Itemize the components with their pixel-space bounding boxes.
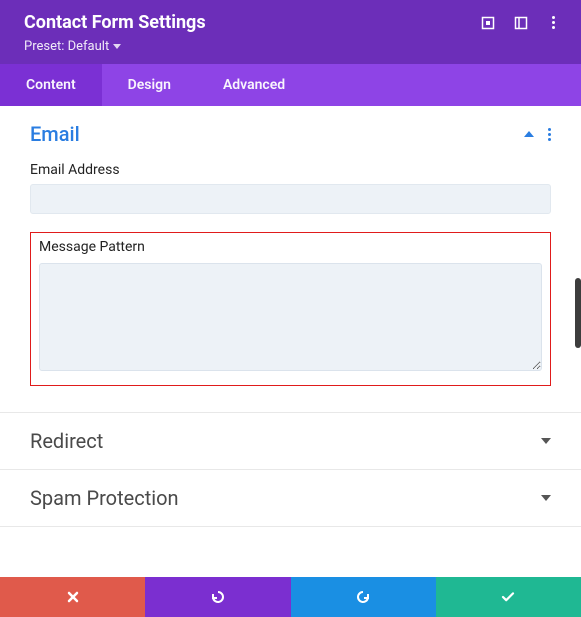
- section-more-icon[interactable]: [548, 128, 551, 141]
- message-pattern-label: Message Pattern: [39, 239, 542, 255]
- header-top-row: Contact Form Settings: [24, 12, 561, 33]
- responsive-icon[interactable]: [480, 15, 495, 30]
- section-spam-title: Spam Protection: [30, 486, 179, 510]
- section-email-actions: [524, 128, 551, 141]
- email-address-label: Email Address: [30, 162, 551, 178]
- undo-button[interactable]: [145, 577, 290, 617]
- chevron-down-icon[interactable]: [541, 438, 551, 444]
- close-icon: [66, 590, 80, 604]
- section-spam-header[interactable]: Spam Protection: [0, 470, 581, 526]
- redo-icon: [355, 589, 371, 605]
- section-email: Email Email Address Message Pattern: [0, 106, 581, 413]
- settings-panel: Email Email Address Message Pattern Redi…: [0, 106, 581, 527]
- more-icon[interactable]: [546, 15, 561, 30]
- section-redirect-title: Redirect: [30, 429, 103, 453]
- section-email-header[interactable]: Email: [0, 106, 581, 162]
- section-redirect-header[interactable]: Redirect: [0, 413, 581, 469]
- preset-label: Preset: Default: [24, 39, 109, 54]
- sidebar-icon[interactable]: [513, 15, 528, 30]
- modal-header: Contact Form Settings Preset: Default: [0, 0, 581, 64]
- chevron-up-icon[interactable]: [524, 131, 534, 137]
- message-pattern-highlight: Message Pattern: [30, 232, 551, 386]
- caret-down-icon: [113, 44, 121, 49]
- redo-button[interactable]: [291, 577, 436, 617]
- section-spam: Spam Protection: [0, 470, 581, 527]
- preset-selector[interactable]: Preset: Default: [24, 39, 561, 54]
- tab-advanced[interactable]: Advanced: [197, 64, 311, 106]
- header-icon-group: [480, 15, 561, 30]
- section-redirect-actions: [541, 438, 551, 444]
- section-email-body: Email Address Message Pattern: [0, 162, 581, 412]
- tab-design[interactable]: Design: [102, 64, 197, 106]
- save-button[interactable]: [436, 577, 581, 617]
- message-pattern-input[interactable]: [39, 263, 542, 371]
- chevron-down-icon[interactable]: [541, 495, 551, 501]
- section-spam-actions: [541, 495, 551, 501]
- footer-bar: [0, 577, 581, 617]
- tab-bar: Content Design Advanced: [0, 64, 581, 106]
- modal-title: Contact Form Settings: [24, 12, 206, 33]
- close-button[interactable]: [0, 577, 145, 617]
- scrollbar-handle[interactable]: [575, 278, 581, 348]
- check-icon: [500, 589, 516, 605]
- section-email-title: Email: [30, 122, 80, 146]
- section-redirect: Redirect: [0, 413, 581, 470]
- tab-content[interactable]: Content: [0, 64, 102, 106]
- email-address-input[interactable]: [30, 184, 551, 214]
- undo-icon: [210, 589, 226, 605]
